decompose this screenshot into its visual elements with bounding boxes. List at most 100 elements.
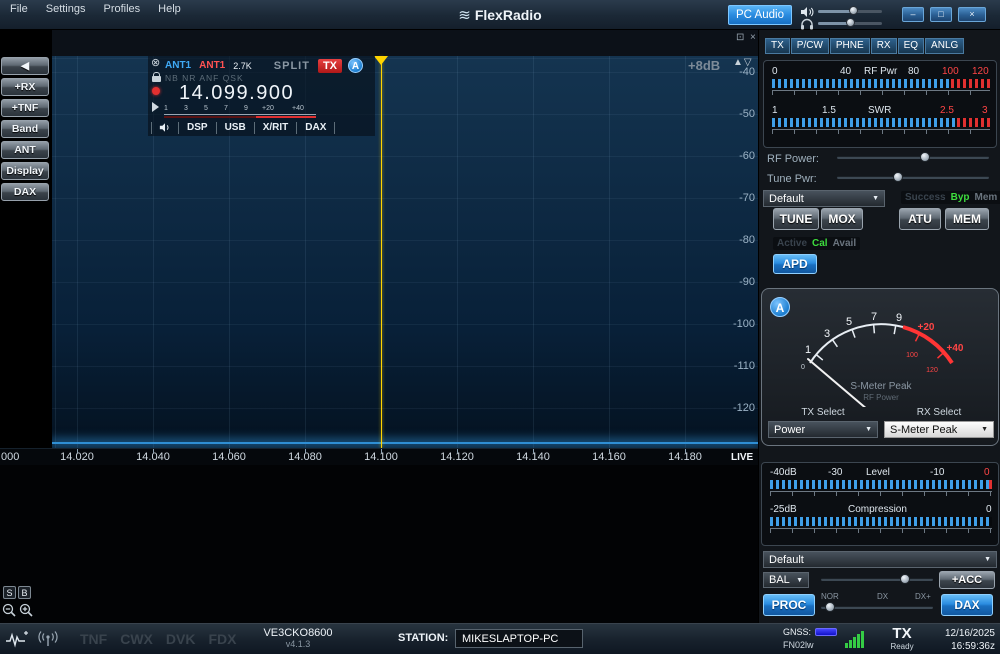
mox-button[interactable]: MOX — [821, 208, 863, 230]
tab-tx[interactable]: TX — [765, 38, 790, 54]
frequency-display[interactable]: 14.099.900 — [179, 82, 294, 105]
popout-icon[interactable]: ⊡ — [736, 32, 744, 43]
frequency-ruler[interactable]: 000 14.020 14.040 14.060 14.080 14.100 1… — [0, 448, 758, 465]
close-button[interactable]: × — [958, 7, 986, 22]
rf-meter-label: 120 — [972, 66, 989, 77]
swr-meter-label: 2.5 — [940, 105, 954, 116]
proc-level-slider[interactable] — [821, 601, 933, 613]
rx-select-dropdown[interactable]: S-Meter Peak ▼ — [884, 421, 994, 438]
gauge-zero: 0 — [801, 364, 805, 371]
tab-eq[interactable]: EQ — [897, 38, 925, 54]
speaker-volume-slider[interactable] — [818, 6, 882, 17]
dax-flag-button[interactable]: DAX — [296, 121, 336, 134]
sidebar-item-band[interactable]: Band — [1, 120, 49, 138]
slice-letter-badge[interactable]: A — [348, 58, 363, 73]
dvk-toggle[interactable]: DVK — [166, 631, 196, 647]
mode-button[interactable]: USB — [215, 121, 254, 134]
mic-profile-dropdown[interactable]: Default ▼ — [763, 551, 997, 568]
mic-gain-slider[interactable] — [821, 573, 933, 585]
record-indicator[interactable] — [152, 87, 160, 95]
tab-rx[interactable]: RX — [870, 38, 897, 54]
station-input[interactable] — [455, 629, 583, 648]
s-meter-gauge: 1 3 5 7 9 +20 +40 100 120 0 S-Meter Peak… — [801, 311, 964, 407]
chevron-down-icon: ▼ — [872, 195, 879, 202]
tx-badge[interactable]: TX — [317, 58, 342, 73]
acc-button[interactable]: +ACC — [939, 571, 995, 589]
mic-source-dropdown[interactable]: BAL ▼ — [763, 572, 809, 588]
grid-square: FN02lw — [783, 640, 814, 650]
tab-pcw[interactable]: P/CW — [790, 38, 829, 54]
proc-button[interactable]: PROC — [763, 594, 815, 616]
tune-power-slider[interactable] — [837, 171, 989, 183]
tx-cursor-marker[interactable] — [374, 56, 388, 65]
collapse-button[interactable]: ◀ — [1, 57, 49, 75]
play-icon[interactable] — [152, 102, 159, 112]
date-label: 12/16/2025 — [944, 628, 995, 639]
rf-meter-label: 80 — [908, 66, 920, 77]
power-meter-box: 0 40 RF Pwr 80 100 120 1 1.5 SWR 2.5 3 — [763, 60, 997, 148]
waterfall-display[interactable]: S B — [0, 465, 758, 623]
rx-select-label: RX Select — [916, 407, 962, 418]
sidebar-item-dax[interactable]: DAX — [1, 183, 49, 201]
waveform-icon[interactable] — [5, 631, 29, 648]
tx-status-block: TX Ready — [884, 626, 920, 652]
signal-bars-icon — [845, 630, 867, 648]
gnss-block: GNSS: FN02lw — [783, 627, 841, 650]
swr-meter-bar — [772, 118, 990, 127]
maximize-button[interactable]: □ — [930, 7, 952, 22]
filter-width-label[interactable]: 2.7K — [233, 61, 252, 71]
sidebar-item-ant[interactable]: ANT — [1, 141, 49, 159]
panadapter-window: ⊡ × +8dB ▲▽ -40 -50 -60 -70 -80 -90 -100… — [0, 30, 758, 623]
sidebar-item-add-rx[interactable]: +RX — [1, 78, 49, 96]
cwx-toggle[interactable]: CWX — [120, 631, 153, 647]
minimize-button[interactable]: – — [902, 7, 924, 22]
antenna-cross-icon[interactable]: ⊗ — [151, 56, 160, 69]
tune-button[interactable]: TUNE — [773, 208, 819, 230]
antenna-icon[interactable] — [34, 631, 62, 648]
gauge-tick: 7 — [871, 311, 877, 323]
dax-button[interactable]: DAX — [941, 594, 993, 616]
swr-meter-title: SWR — [868, 105, 892, 116]
dsp-button[interactable]: DSP — [178, 121, 216, 134]
atu-status-byp: Byp — [950, 192, 970, 203]
zoom-in-icon[interactable] — [19, 603, 34, 618]
rf-meter-label: 100 — [942, 66, 959, 77]
mute-button[interactable] — [151, 121, 178, 134]
db-tick: -120 — [732, 402, 755, 414]
mem-button[interactable]: MEM — [945, 208, 989, 230]
spectrum-toggle-button[interactable]: S — [3, 586, 16, 599]
rx-antenna-label[interactable]: ANT1 — [165, 60, 191, 71]
pc-audio-button[interactable]: PC Audio — [728, 5, 792, 25]
headphone-volume-slider[interactable] — [818, 18, 882, 29]
fdx-toggle[interactable]: FDX — [208, 631, 236, 647]
atu-button[interactable]: ATU — [899, 208, 941, 230]
xrit-button[interactable]: X/RIT — [253, 121, 297, 134]
rf-power-slider[interactable] — [837, 151, 989, 163]
waterfall-toggle-button[interactable]: B — [18, 586, 31, 599]
level-label: -10 — [930, 467, 945, 478]
tx-cursor-line[interactable] — [381, 56, 382, 448]
app-title: FlexRadio — [474, 7, 542, 23]
panel-tabs: TX P/CW PHNE RX EQ ANLG — [765, 38, 965, 54]
gauge-title: S-Meter Peak — [850, 381, 912, 392]
tx-profile-dropdown[interactable]: Default ▼ — [763, 190, 885, 207]
datetime-block: 12/16/2025 16:59:36z — [945, 627, 995, 653]
sidebar-item-add-tnf[interactable]: +TNF — [1, 99, 49, 117]
tab-phne[interactable]: PHNE — [829, 38, 870, 54]
proc-mode-nor: NOR — [821, 592, 839, 601]
tab-anlg[interactable]: ANLG — [925, 38, 965, 54]
tune-power-label: Tune Pwr: — [767, 173, 817, 185]
atu-status-mem: Mem — [974, 192, 998, 203]
split-button[interactable]: SPLIT — [274, 60, 310, 72]
sidebar-item-display[interactable]: Display — [1, 162, 49, 180]
tnf-toggle[interactable]: TNF — [80, 631, 107, 647]
apd-button[interactable]: APD — [773, 254, 817, 274]
panadapter-close-icon[interactable]: × — [750, 32, 756, 43]
time-label: 16:59:36z — [951, 641, 995, 652]
mic-profile-value: Default — [769, 553, 804, 566]
flexradio-wave-icon: ≋ — [458, 7, 471, 24]
tx-antenna-label[interactable]: ANT1 — [199, 60, 225, 71]
tx-select-label: TX Select — [801, 407, 845, 418]
tx-select-dropdown[interactable]: Power ▼ — [768, 421, 878, 438]
zoom-out-icon[interactable] — [2, 603, 17, 618]
